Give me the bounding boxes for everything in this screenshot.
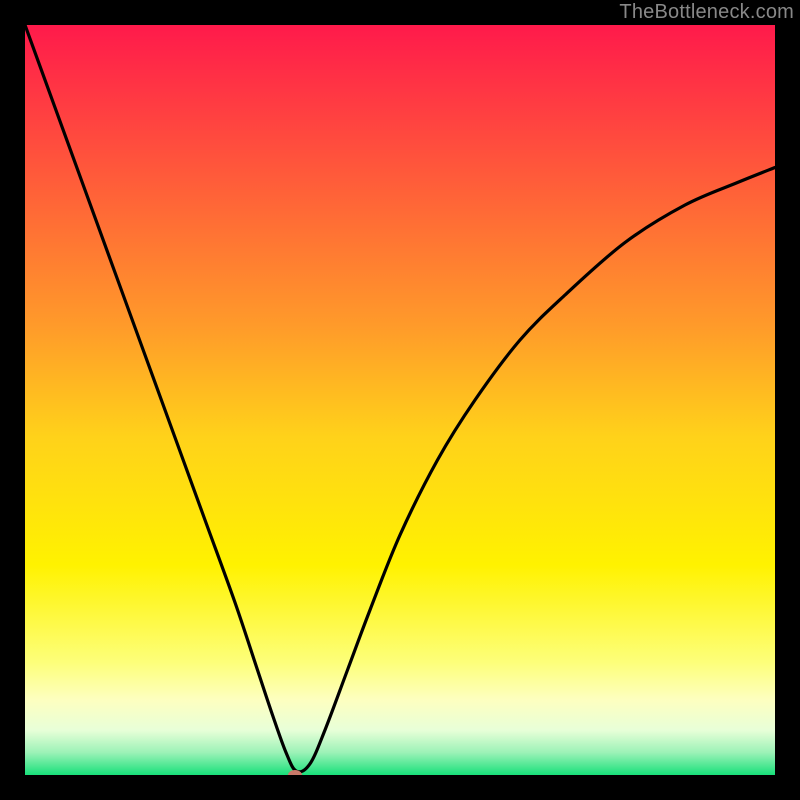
gradient-background [25, 25, 775, 775]
chart-frame: TheBottleneck.com [0, 0, 800, 800]
plot-svg [25, 25, 775, 775]
watermark-text: TheBottleneck.com [619, 1, 794, 24]
plot-area [25, 25, 775, 775]
